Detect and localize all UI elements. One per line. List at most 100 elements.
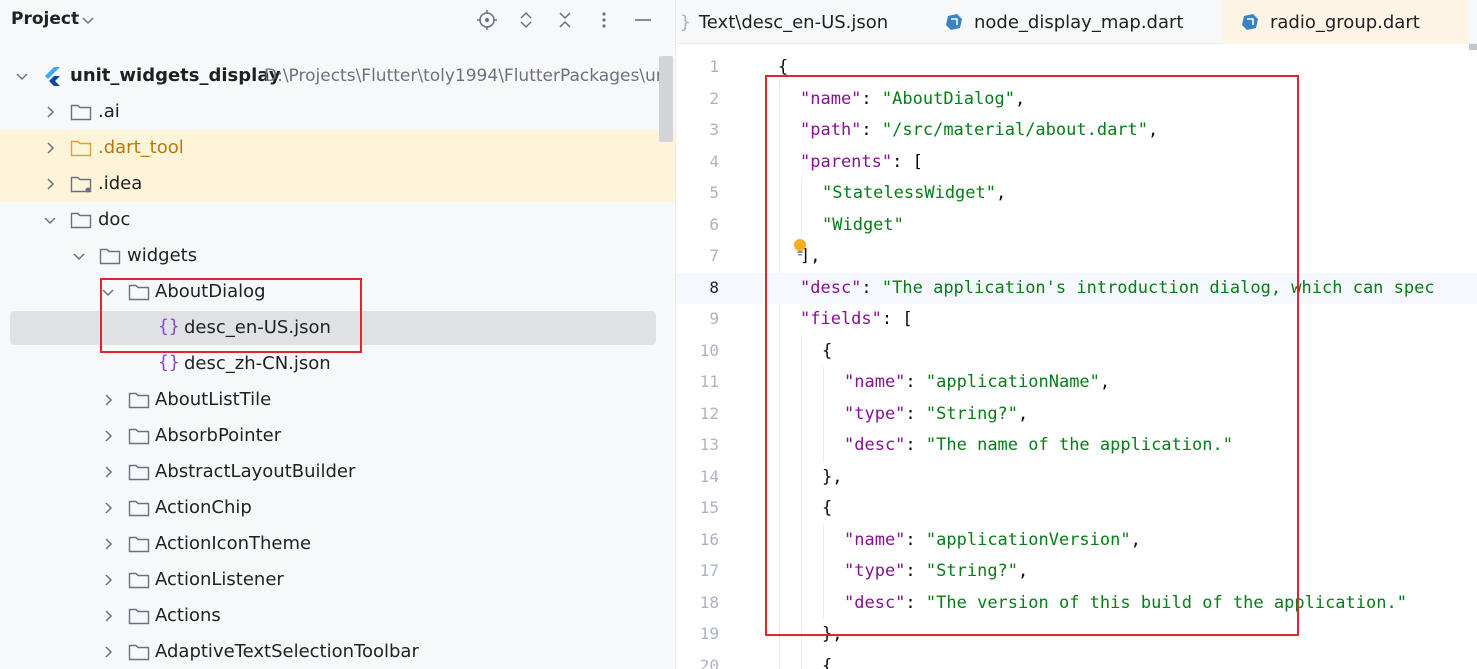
- selection-highlight: [10, 311, 656, 345]
- code-text: "fields": [: [800, 309, 913, 329]
- project-panel-header: Project: [0, 0, 675, 40]
- tab-label: Text\desc_en-US.json: [698, 11, 889, 33]
- code-line: 15 {: [676, 493, 1477, 525]
- tree-row-actionicontheme[interactable]: ActionIconTheme: [0, 526, 675, 562]
- chevron-down-icon[interactable]: [42, 212, 58, 228]
- line-number: 6: [709, 214, 719, 234]
- code-text: "name": "applicationName",: [844, 372, 1111, 392]
- code-line: 19 },: [676, 619, 1477, 651]
- tree-row-abstractlayoutbuilder[interactable]: AbstractLayoutBuilder: [0, 454, 675, 490]
- tree-row-widgets[interactable]: widgets: [0, 238, 675, 274]
- line-number: 16: [699, 529, 719, 549]
- tree-item-label: desc_en-US.json: [184, 317, 331, 338]
- tree-item-label: .ai: [98, 101, 120, 122]
- code-line: 18 "desc": "The version of this build of…: [676, 588, 1477, 620]
- tree-row-actions[interactable]: Actions: [0, 598, 675, 634]
- line-number: 4: [709, 151, 719, 171]
- folder-icon: [70, 140, 92, 157]
- lightbulb-icon[interactable]: [793, 238, 807, 258]
- tree-row-absorbpointer[interactable]: AbsorbPointer: [0, 418, 675, 454]
- code-line: 13 "desc": "The name of the application.…: [676, 430, 1477, 462]
- code-line: 4 "parents": [: [676, 147, 1477, 179]
- chevron-right-icon[interactable]: [42, 140, 58, 156]
- expand-all-icon[interactable]: [514, 8, 538, 32]
- tree-row-actionchip[interactable]: ActionChip: [0, 490, 675, 526]
- editor-tabs: } Text\desc_en-US.json node_display_map.…: [676, 0, 1477, 44]
- code-text: "type": "String?",: [844, 403, 1029, 424]
- code-text: "type": "String?",: [844, 561, 1029, 581]
- tree-row-ai[interactable]: .ai: [0, 94, 675, 130]
- tab-desc-en-us[interactable]: } Text\desc_en-US.json: [676, 0, 934, 44]
- chevron-down-icon[interactable]: [100, 284, 116, 300]
- chevron-right-icon[interactable]: [100, 428, 116, 444]
- line-number: 8: [709, 277, 719, 297]
- tree-item-label: desc_zh-CN.json: [184, 353, 331, 374]
- json-file-icon: }: [680, 11, 691, 33]
- tree-row-desc-zh-cn[interactable]: {} desc_zh-CN.json: [0, 346, 675, 382]
- code-text: "Widget": [822, 214, 904, 235]
- line-number: 5: [709, 183, 719, 202]
- chevron-right-icon[interactable]: [100, 392, 116, 408]
- line-number: 15: [699, 498, 719, 517]
- code-line: 20 {: [676, 651, 1477, 669]
- line-number: 19: [699, 624, 719, 643]
- panel-title[interactable]: Project: [11, 9, 79, 29]
- code-line: 5 "StatelessWidget",: [676, 178, 1477, 210]
- tree-item-label: AboutListTile: [155, 389, 272, 410]
- chevron-right-icon[interactable]: [42, 104, 58, 120]
- folder-icon: [128, 608, 150, 625]
- chevron-right-icon[interactable]: [42, 176, 58, 192]
- dart-file-icon: [1242, 14, 1258, 30]
- tree-row-adaptivetextselectiontoolbar[interactable]: AdaptiveTextSelectionToolbar: [0, 634, 675, 669]
- tree-scrollbar[interactable]: [659, 56, 673, 142]
- folder-icon: [99, 248, 121, 265]
- chevron-down-icon[interactable]: [80, 12, 96, 28]
- tree-row-desc-en-us[interactable]: {} desc_en-US.json: [0, 310, 675, 346]
- code-text: "name": "applicationVersion",: [844, 529, 1141, 550]
- code-text: {: [778, 57, 789, 77]
- folder-icon: [128, 536, 150, 553]
- tree-row-doc[interactable]: doc: [0, 202, 675, 238]
- chevron-right-icon[interactable]: [100, 464, 116, 480]
- folder-icon: [128, 500, 150, 517]
- line-number: 7: [709, 246, 719, 265]
- code-line: 16 "name": "applicationVersion",: [676, 525, 1477, 557]
- chevron-down-icon[interactable]: [71, 248, 87, 264]
- chevron-right-icon[interactable]: [100, 536, 116, 552]
- tree-item-label: ActionIconTheme: [155, 533, 312, 554]
- minimize-icon[interactable]: [631, 8, 655, 32]
- line-number: 20: [699, 655, 719, 669]
- line-number: 17: [699, 561, 719, 580]
- chevron-down-icon[interactable]: [14, 68, 30, 84]
- code-line: 1 {: [676, 52, 1477, 84]
- line-number: 2: [709, 88, 719, 108]
- tab-radio-group[interactable]: radio_group.dart: [1222, 0, 1468, 44]
- tab-node-display-map[interactable]: node_display_map.dart: [944, 0, 1222, 44]
- json-file-icon: {}: [158, 352, 180, 373]
- collapse-all-icon[interactable]: [553, 8, 577, 32]
- tree-item-label: AboutDialog: [155, 281, 266, 302]
- code-text: },: [822, 466, 843, 487]
- tree-row-idea[interactable]: .idea: [0, 166, 675, 202]
- tree-row-aboutdialog[interactable]: AboutDialog: [0, 274, 675, 310]
- code-text: {: [822, 340, 833, 361]
- chevron-right-icon[interactable]: [100, 608, 116, 624]
- tree-item-label: .idea: [98, 173, 143, 194]
- tree-item-label: ActionListener: [155, 569, 284, 590]
- tree-row-actionlistener[interactable]: ActionListener: [0, 562, 675, 598]
- chevron-right-icon[interactable]: [100, 644, 116, 660]
- line-number: 13: [699, 435, 719, 454]
- code-line: 17 "type": "String?",: [676, 556, 1477, 588]
- editor-scrollbar[interactable]: [1469, 44, 1477, 50]
- chevron-right-icon[interactable]: [100, 572, 116, 588]
- code-line: 3 "path": "/src/material/about.dart",: [676, 115, 1477, 147]
- more-options-icon[interactable]: [592, 8, 616, 32]
- code-line: 6 "Widget": [676, 210, 1477, 242]
- code-line: 2 "name": "AboutDialog",: [676, 84, 1477, 116]
- tree-row-aboutlisttile[interactable]: AboutListTile: [0, 382, 675, 418]
- locate-icon[interactable]: [475, 8, 499, 32]
- tree-row-dart-tool[interactable]: .dart_tool: [0, 130, 675, 166]
- tree-row-root[interactable]: unit_widgets_display D:\Projects\Flutter…: [0, 58, 675, 94]
- project-panel: Project unit_widgets_display D:\Projects…: [0, 0, 675, 669]
- chevron-right-icon[interactable]: [100, 500, 116, 516]
